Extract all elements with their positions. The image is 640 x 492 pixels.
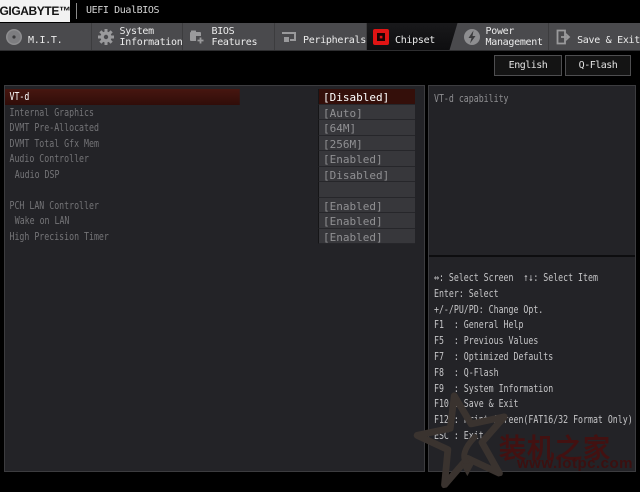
monitor-icon xyxy=(280,28,298,46)
help-panel: VT-d capability ↔: Select Screen ↑↓: Sel… xyxy=(428,85,636,472)
tab-system-information[interactable]: System Information xyxy=(92,23,184,50)
setting-value[interactable]: [Disabled] xyxy=(318,89,415,105)
setting-row-dvmt-total-gfx[interactable]: DVMT Total Gfx Mem [256M] xyxy=(5,136,424,152)
tab-label: M.I.T. xyxy=(28,35,62,46)
legend-line: F5 : Previous Values xyxy=(434,333,581,349)
language-button[interactable]: English xyxy=(494,55,562,76)
setting-row-internal-graphics[interactable]: Internal Graphics [Auto] xyxy=(5,105,424,121)
setting-label: DVMT Total Gfx Mem xyxy=(5,136,240,152)
setting-row-audio-controller[interactable]: Audio Controller [Enabled] xyxy=(5,151,424,167)
key-legend-section: ↔: Select Screen ↑↓: Select Item Enter: … xyxy=(429,257,635,471)
header-divider xyxy=(76,3,77,19)
setting-label: Audio DSP xyxy=(5,167,240,183)
brand-text: GIGABYTE™ xyxy=(0,4,71,18)
setting-label: PCH LAN Controller xyxy=(5,198,240,214)
tab-label: Peripherals xyxy=(303,35,366,46)
setting-label: Wake on LAN xyxy=(5,213,240,229)
legend-line: ESC : Exit xyxy=(434,428,581,444)
tab-bios-features[interactable]: BIOS Features xyxy=(183,23,275,50)
setting-value[interactable]: [Enabled] xyxy=(318,213,415,229)
tab-label: Save & Exit xyxy=(577,35,640,46)
setting-row-spacer xyxy=(5,182,424,198)
setting-row-wake-on-lan[interactable]: Wake on LAN [Enabled] xyxy=(5,213,424,229)
setting-row-dvmt-preallocated[interactable]: DVMT Pre-Allocated [64M] xyxy=(5,120,424,136)
folder-plus-icon xyxy=(188,28,206,46)
legend-line: F9 : System Information xyxy=(434,381,581,397)
setting-label: DVMT Pre-Allocated xyxy=(5,120,240,136)
setting-row-hpet[interactable]: High Precision Timer [Enabled] xyxy=(5,229,424,245)
item-help-section: VT-d capability xyxy=(429,86,635,257)
setting-value[interactable]: [Auto] xyxy=(318,105,415,121)
tab-peripherals[interactable]: Peripherals xyxy=(275,23,367,50)
legend-line: F1 : General Help xyxy=(434,317,581,333)
chip-icon xyxy=(372,28,390,46)
setting-label: Internal Graphics xyxy=(5,105,240,121)
bios-title: UEFI DualBIOS xyxy=(86,0,159,22)
item-help-text: VT-d capability xyxy=(434,92,581,105)
setting-value[interactable]: [Enabled] xyxy=(318,151,415,167)
legend-line: F12 : Print Screen(FAT16/32 Format Only) xyxy=(434,412,581,428)
tab-label: BIOS Features xyxy=(211,26,274,48)
legend-line: F10 : Save & Exit xyxy=(434,396,581,412)
setting-label xyxy=(5,182,240,198)
dial-icon xyxy=(5,28,23,46)
exit-door-icon xyxy=(554,28,572,46)
legend-line: ↔: Select Screen ↑↓: Select Item xyxy=(434,270,581,286)
lightning-icon xyxy=(463,28,481,46)
tab-label: Chipset xyxy=(395,35,435,46)
tab-mit[interactable]: M.I.T. xyxy=(0,23,92,50)
setting-value[interactable]: [Enabled] xyxy=(318,198,415,214)
setting-label: VT-d xyxy=(5,89,240,105)
legend-line: F7 : Optimized Defaults xyxy=(434,349,581,365)
legend-line: F8 : Q-Flash xyxy=(434,365,581,381)
setting-value-empty xyxy=(318,182,415,198)
settings-panel: VT-d [Disabled] Internal Graphics [Auto]… xyxy=(4,85,425,472)
legend-line: Enter: Select xyxy=(434,286,581,302)
setting-row-pch-lan[interactable]: PCH LAN Controller [Enabled] xyxy=(5,198,424,214)
tab-save-exit[interactable]: Save & Exit xyxy=(549,23,640,50)
tab-chipset[interactable]: Chipset xyxy=(367,23,458,50)
setting-row-vtd[interactable]: VT-d [Disabled] xyxy=(5,89,424,105)
setting-label: High Precision Timer xyxy=(5,229,240,245)
legend-line: +/-/PU/PD: Change Opt. xyxy=(434,302,581,318)
setting-value[interactable]: [64M] xyxy=(318,120,415,136)
setting-value[interactable]: [Enabled] xyxy=(318,229,415,245)
setting-label: Audio Controller xyxy=(5,151,240,167)
tab-label: System Information xyxy=(120,26,183,48)
setting-value[interactable]: [Disabled] xyxy=(318,167,415,183)
header-bar: GIGABYTE™ UEFI DualBIOS xyxy=(0,0,640,22)
setting-row-audio-dsp[interactable]: Audio DSP [Disabled] xyxy=(5,167,424,183)
gigabyte-logo: GIGABYTE™ xyxy=(0,0,70,22)
menu-tab-bar: M.I.T. System Information BIOS Features xyxy=(0,23,640,51)
qflash-button[interactable]: Q-Flash xyxy=(565,55,631,76)
setting-value[interactable]: [256M] xyxy=(318,136,415,152)
gear-icon xyxy=(97,28,115,46)
tab-label: Power Management xyxy=(486,26,549,48)
tab-power-management[interactable]: Power Management xyxy=(458,23,550,50)
